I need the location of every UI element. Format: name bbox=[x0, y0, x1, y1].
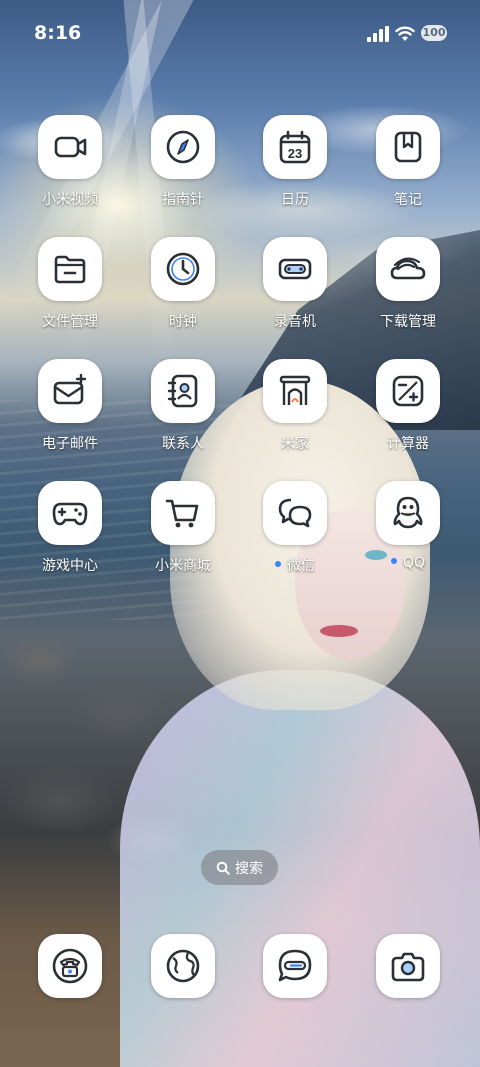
app-label-text: 游戏中心 bbox=[42, 558, 98, 574]
app-clock[interactable]: 时钟 bbox=[133, 237, 233, 337]
mail-icon bbox=[38, 359, 102, 423]
app-label-text: 米家 bbox=[281, 436, 309, 452]
notes-icon bbox=[376, 115, 440, 179]
dock-camera[interactable] bbox=[376, 934, 440, 998]
clock-icon bbox=[151, 237, 215, 301]
app-label: 联系人 bbox=[133, 433, 233, 453]
search-button[interactable]: 搜索 bbox=[201, 850, 278, 885]
app-label-text: 联系人 bbox=[162, 436, 204, 452]
app-label: 微信 bbox=[245, 555, 345, 575]
clock-time: 8:16 bbox=[34, 22, 82, 44]
app-cart[interactable]: 小米商城 bbox=[133, 481, 233, 581]
camera-icon bbox=[391, 952, 425, 982]
app-label: 指南针 bbox=[133, 189, 233, 209]
battery-indicator: 100 bbox=[421, 25, 447, 41]
app-mail[interactable]: 电子邮件 bbox=[20, 359, 120, 459]
calendar-icon: 23 bbox=[263, 115, 327, 179]
calculator-icon bbox=[376, 359, 440, 423]
messages-icon bbox=[278, 949, 312, 982]
app-label-text: 电子邮件 bbox=[42, 436, 98, 452]
app-video-camera[interactable]: 小米视频 bbox=[20, 115, 120, 215]
browser-globe-icon bbox=[166, 949, 200, 983]
app-label: 小米视频 bbox=[20, 189, 120, 209]
app-label: 米家 bbox=[245, 433, 345, 453]
app-label: 笔记 bbox=[358, 189, 458, 209]
app-label: 时钟 bbox=[133, 311, 233, 331]
app-mi-home[interactable]: 米家 bbox=[245, 359, 345, 459]
gamepad-icon bbox=[38, 481, 102, 545]
app-calculator[interactable]: 计算器 bbox=[358, 359, 458, 459]
qq-penguin-icon bbox=[376, 481, 440, 545]
app-label: 录音机 bbox=[245, 311, 345, 331]
notification-dot bbox=[390, 558, 397, 564]
app-label-text: 日历 bbox=[281, 192, 309, 208]
dock-phone[interactable] bbox=[38, 934, 102, 998]
cart-icon bbox=[151, 481, 215, 545]
dock-browser-globe[interactable] bbox=[151, 934, 215, 998]
app-contacts[interactable]: 联系人 bbox=[133, 359, 233, 459]
download-cloud-icon bbox=[376, 237, 440, 301]
app-label-text: 下载管理 bbox=[380, 314, 436, 330]
app-label: 文件管理 bbox=[20, 311, 120, 331]
app-label: QQ bbox=[358, 555, 458, 571]
recorder-icon bbox=[263, 237, 327, 301]
app-label-text: 笔记 bbox=[394, 192, 422, 208]
wechat-icon bbox=[263, 481, 327, 545]
app-label: 日历 bbox=[245, 189, 345, 209]
notification-dot bbox=[275, 561, 281, 567]
app-label: 电子邮件 bbox=[20, 433, 120, 453]
app-label: 计算器 bbox=[358, 433, 458, 453]
status-bar: 8:16 100 bbox=[0, 0, 480, 68]
compass-icon bbox=[151, 115, 215, 179]
app-qq-penguin[interactable]: QQ bbox=[358, 481, 458, 581]
app-label-text: 小米视频 bbox=[42, 192, 98, 208]
app-label: 小米商城 bbox=[133, 555, 233, 575]
app-label: 游戏中心 bbox=[20, 555, 120, 575]
app-label-text: 计算器 bbox=[387, 436, 429, 452]
calendar-date: 23 bbox=[288, 146, 302, 161]
wifi-icon bbox=[395, 26, 415, 41]
video-camera-icon bbox=[38, 115, 102, 179]
app-label-text: 时钟 bbox=[169, 314, 197, 330]
app-label-text: 录音机 bbox=[274, 314, 316, 330]
app-label-text: 指南针 bbox=[162, 192, 204, 208]
signal-icon bbox=[367, 26, 389, 42]
app-recorder[interactable]: 录音机 bbox=[245, 237, 345, 337]
app-label-text: 小米商城 bbox=[155, 558, 211, 574]
app-wechat[interactable]: 微信 bbox=[245, 481, 345, 581]
app-folder[interactable]: 文件管理 bbox=[20, 237, 120, 337]
search-icon bbox=[216, 861, 230, 875]
search-label: 搜索 bbox=[235, 860, 263, 877]
app-label-text: QQ bbox=[402, 555, 426, 571]
folder-icon bbox=[38, 237, 102, 301]
dock-messages[interactable] bbox=[263, 934, 327, 998]
app-gamepad[interactable]: 游戏中心 bbox=[20, 481, 120, 581]
app-label: 下载管理 bbox=[358, 311, 458, 331]
mi-home-icon bbox=[263, 359, 327, 423]
app-label-text: 微信 bbox=[287, 558, 315, 574]
app-compass[interactable]: 指南针 bbox=[133, 115, 233, 215]
app-label-text: 文件管理 bbox=[42, 314, 98, 330]
app-download-cloud[interactable]: 下载管理 bbox=[358, 237, 458, 337]
phone-icon bbox=[52, 948, 88, 984]
contacts-icon bbox=[151, 359, 215, 423]
app-notes[interactable]: 笔记 bbox=[358, 115, 458, 215]
app-calendar[interactable]: 23 日历 bbox=[245, 115, 345, 215]
